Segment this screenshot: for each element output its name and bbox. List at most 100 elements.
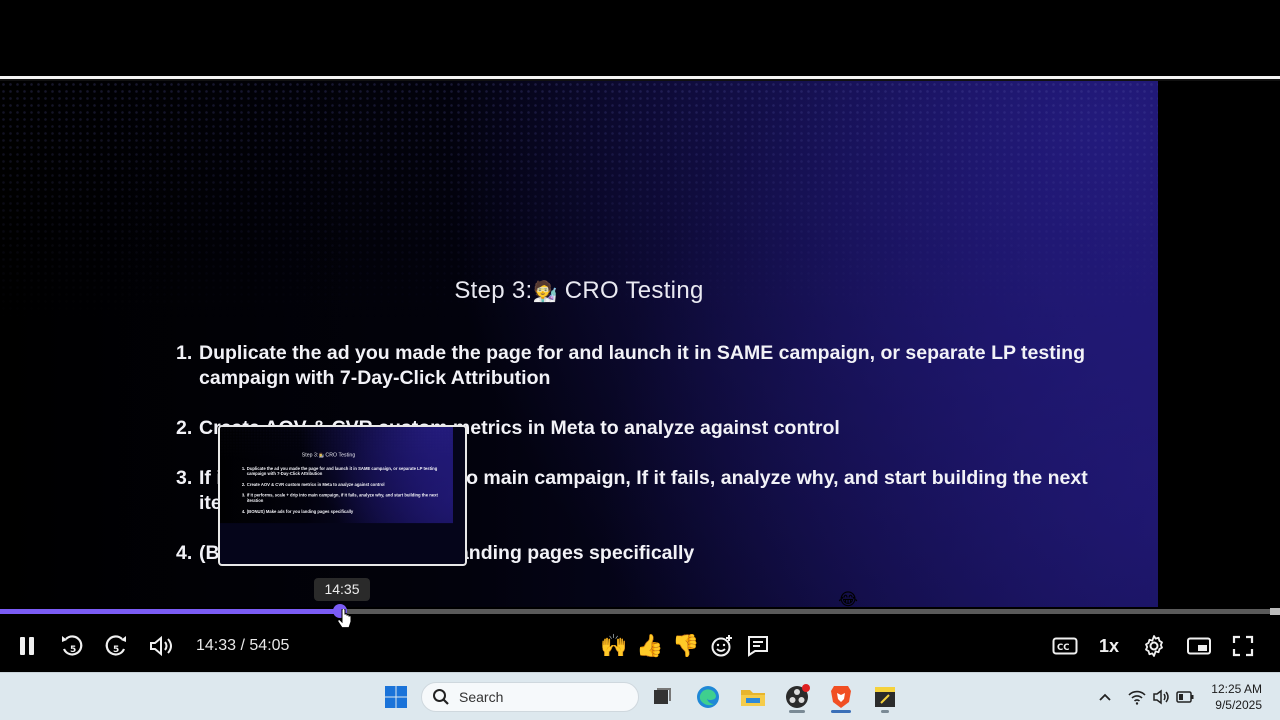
preview-step: 3. If it performs, scale + drip into main… xyxy=(242,493,442,504)
top-black-bar xyxy=(0,0,1280,76)
edge-browser-button[interactable] xyxy=(693,679,723,715)
preview-title-suffix: CRO Testing xyxy=(323,452,356,458)
clock-time: 12:25 AM xyxy=(1211,682,1262,696)
seek-bar-end xyxy=(1270,608,1280,615)
slide-title-prefix: Step 3: xyxy=(454,277,533,304)
wifi-status[interactable] xyxy=(1126,679,1148,715)
scientist-emoji: 🧑‍🔬 xyxy=(532,279,558,303)
fullscreen-icon xyxy=(1232,635,1254,657)
pause-button[interactable] xyxy=(12,629,42,663)
reaction-heart-eyes[interactable]: 😍 xyxy=(528,631,556,661)
file-explorer-button[interactable] xyxy=(738,679,768,715)
clock-date: 9/5/2025 xyxy=(1215,698,1262,712)
battery-status[interactable] xyxy=(1174,679,1196,715)
closed-captions-icon: CC xyxy=(1052,637,1078,655)
gear-icon xyxy=(1145,635,1163,657)
active-indicator xyxy=(881,710,889,713)
video-frame[interactable]: Step 3:🧑‍🔬 CRO Testing 1. Duplicate the … xyxy=(0,81,1158,607)
timeline-reaction-marker[interactable]: 😂 xyxy=(838,590,858,610)
slide-title-suffix: CRO Testing xyxy=(557,277,704,304)
preview-step-text: Duplicate the ad you made the page for a… xyxy=(246,466,438,477)
active-indicator xyxy=(831,710,851,713)
step-number: 1. xyxy=(176,342,193,364)
volume-status[interactable] xyxy=(1150,679,1172,715)
seek-bar[interactable] xyxy=(0,604,1270,618)
step-number: 2. xyxy=(176,417,193,439)
preview-steps-list: 1. Duplicate the ad you made the page for… xyxy=(242,466,442,520)
obs-studio-button[interactable] xyxy=(782,679,812,715)
svg-text:CC: CC xyxy=(1057,643,1069,653)
speaker-icon xyxy=(150,635,172,657)
reaction-thumbs-down[interactable]: 👎 xyxy=(672,631,700,661)
preview-step: 4. (BONUS) Make ads for you landing pages… xyxy=(242,509,442,514)
step-number: 3. xyxy=(176,467,193,489)
obs-icon xyxy=(786,684,810,708)
add-emoji-icon xyxy=(711,635,732,657)
duration: 54:05 xyxy=(249,637,290,654)
settings-button[interactable] xyxy=(1139,629,1169,663)
folder-icon xyxy=(741,690,765,706)
player-controls: 5 5 14:33 / 54:05 😂 😍 😮 🙌 👍 👎 CC 1x xyxy=(0,621,1280,672)
task-view-button[interactable] xyxy=(648,679,676,715)
start-button[interactable] xyxy=(380,679,412,715)
task-view-icon xyxy=(654,688,671,704)
chevron-up-icon xyxy=(1099,693,1111,701)
video-player[interactable]: Step 3:🧑‍🔬 CRO Testing 1. Duplicate the … xyxy=(0,81,1280,672)
volume-button[interactable] xyxy=(146,629,176,663)
preview-frame: Step 3:🧑‍🔬 CRO Testing 1. Duplicate the a… xyxy=(220,427,453,524)
rewind-5-button[interactable]: 5 xyxy=(56,629,88,663)
brave-browser-button[interactable] xyxy=(826,679,856,715)
brave-lion-icon xyxy=(831,686,851,708)
fullscreen-button[interactable] xyxy=(1228,629,1258,663)
preview-step-number: 3. xyxy=(241,492,246,498)
taskbar-search[interactable]: Search xyxy=(421,682,639,712)
comment-icon xyxy=(748,636,768,657)
seek-bar-played xyxy=(0,609,341,614)
svg-text:5: 5 xyxy=(70,645,76,655)
slide-title: Step 3:🧑‍🔬 CRO Testing xyxy=(0,277,1158,305)
timeline-reaction-marker[interactable]: 😍 xyxy=(1,590,19,610)
rewind-5-icon: 5 xyxy=(62,635,83,656)
windows-logo-icon xyxy=(385,686,407,708)
playback-speed-button[interactable]: 1x xyxy=(1094,629,1124,663)
picture-in-picture-button[interactable] xyxy=(1184,629,1214,663)
sticky-notes-icon xyxy=(875,687,895,707)
step-number: 4. xyxy=(176,542,193,564)
preview-step-text: (BONUS) Make ads for you landing pages s… xyxy=(246,509,354,514)
wifi-icon xyxy=(1128,690,1146,705)
preview-step-number: 1. xyxy=(241,466,246,471)
comment-button[interactable] xyxy=(744,631,772,661)
volume-icon xyxy=(1153,689,1169,705)
search-icon xyxy=(433,689,449,705)
step-text: Duplicate the ad you made the page for a… xyxy=(199,342,1085,389)
reaction-wow[interactable]: 😮 xyxy=(564,631,592,661)
preview-step-text: If it performs, scale + drip into main c… xyxy=(246,492,438,504)
forward-5-button[interactable]: 5 xyxy=(100,629,132,663)
letterbox-right xyxy=(1158,81,1280,607)
windows-taskbar: Search 12:25 AM 9/5/2025 xyxy=(0,672,1280,720)
hover-time-tooltip: 14:35 xyxy=(314,578,370,601)
preview-title-prefix: Step 3: xyxy=(301,452,319,458)
search-label: Search xyxy=(459,689,504,705)
active-indicator xyxy=(789,710,805,713)
time-separator: / xyxy=(236,637,250,654)
svg-text:5: 5 xyxy=(113,645,119,655)
reaction-thumbs-up[interactable]: 👍 xyxy=(636,631,664,661)
picture-in-picture-icon xyxy=(1187,637,1211,655)
show-hidden-icons-button[interactable] xyxy=(1094,679,1116,715)
pause-icon xyxy=(20,637,34,655)
forward-5-icon: 5 xyxy=(105,635,126,656)
preview-step-number: 2. xyxy=(241,482,246,487)
reaction-bar: 😂 😍 😮 🙌 👍 👎 xyxy=(492,629,772,663)
system-clock[interactable]: 12:25 AM 9/5/2025 xyxy=(1211,681,1262,713)
edge-icon xyxy=(697,686,719,708)
preview-step: 1. Duplicate the ad you made the page for… xyxy=(242,466,442,477)
reaction-raised-hands[interactable]: 🙌 xyxy=(600,631,628,661)
reaction-laugh[interactable]: 😂 xyxy=(492,631,520,661)
scrub-preview-thumbnail: Step 3:🧑‍🔬 CRO Testing 1. Duplicate the a… xyxy=(218,425,467,566)
battery-icon xyxy=(1176,691,1194,703)
time-readout: 14:33 / 54:05 xyxy=(196,629,289,663)
sticky-notes-button[interactable] xyxy=(870,679,900,715)
add-reaction-button[interactable] xyxy=(708,631,736,661)
captions-button[interactable]: CC xyxy=(1050,629,1080,663)
